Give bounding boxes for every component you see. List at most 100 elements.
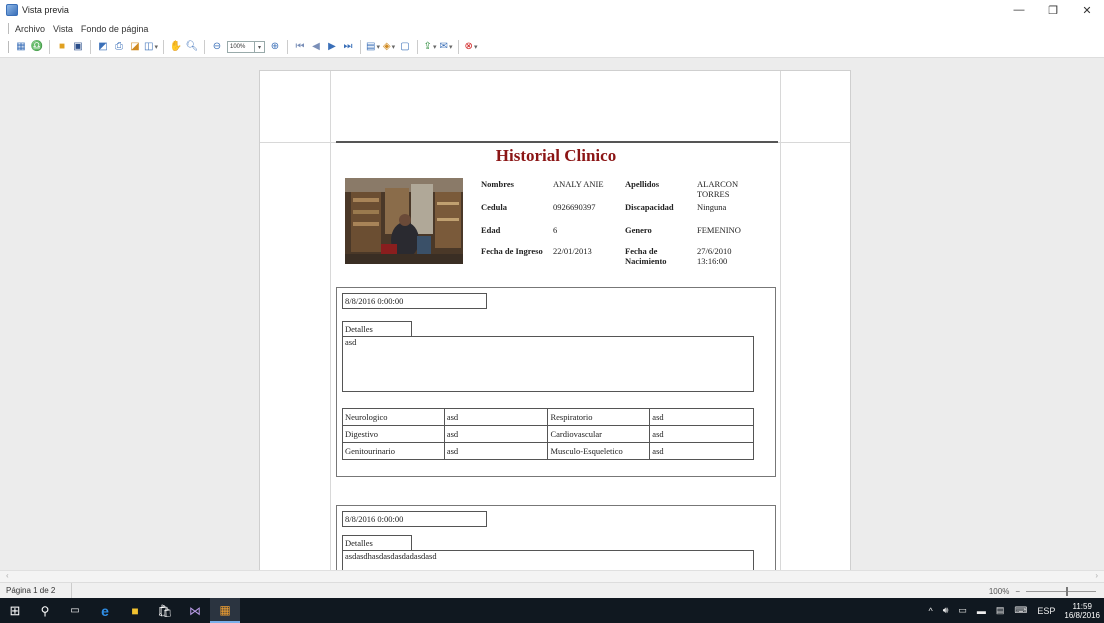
next-page-icon[interactable]: ▶ xyxy=(325,40,339,54)
table-row: Neurologico asd Respiratorio asd xyxy=(342,408,754,426)
window-controls: — ❐ ✕ xyxy=(1002,0,1104,20)
fecha-ingreso-value: 22/01/2013 xyxy=(553,246,592,256)
system-value: asd xyxy=(443,425,549,443)
fecha-nacimiento-value: 27/6/2010 13:16:00 xyxy=(697,246,732,266)
toolbar-separator xyxy=(360,40,361,54)
details-label: Detalles xyxy=(342,321,412,337)
toolbar-separator xyxy=(49,40,50,54)
toolbar-separator xyxy=(90,40,91,54)
genero-value: FEMENINO xyxy=(697,225,741,235)
magnifier-icon[interactable]: 🔍︎ xyxy=(185,40,199,54)
status-bar: Página 1 de 2 100% − xyxy=(0,582,1104,598)
network-icon[interactable]: ▭ xyxy=(958,605,967,616)
send-email-icon[interactable]: ✉ xyxy=(439,40,453,54)
system-name: Respiratorio xyxy=(547,408,651,426)
show-hidden-icons-icon[interactable]: ^ xyxy=(928,606,932,616)
maximize-button[interactable]: ❐ xyxy=(1036,0,1070,20)
systems-table: Neurologico asd Respiratorio asd Digesti… xyxy=(342,408,754,460)
apellidos-value: ALARCON TORRES xyxy=(697,179,739,199)
language-indicator[interactable]: ESP xyxy=(1037,606,1055,616)
page-indicator: Página 1 de 2 xyxy=(0,583,72,598)
multiple-pages-icon[interactable]: ▤ xyxy=(366,40,380,54)
start-icon[interactable]: ⊞ xyxy=(0,598,30,623)
patient-photo xyxy=(345,178,463,264)
menu-fondo-de-pagina[interactable]: Fondo de página xyxy=(81,24,149,34)
consultation-record: 8/8/2016 0:00:00 Detalles asd Neurologic… xyxy=(336,287,776,477)
edge-browser-icon[interactable]: e xyxy=(90,598,120,623)
toolbar-separator xyxy=(458,40,459,54)
minimize-button[interactable]: — xyxy=(1002,0,1036,20)
nombres-value: ANALY ANIE xyxy=(553,179,604,189)
hand-tool-icon[interactable]: ✋ xyxy=(169,40,183,54)
fecha-ingreso-label: Fecha de Ingreso xyxy=(481,246,543,256)
system-value: asd xyxy=(443,442,549,460)
scroll-left-icon[interactable]: ‹ xyxy=(6,571,9,580)
save-icon[interactable]: ▣ xyxy=(71,40,85,54)
print-icon[interactable]: ⎙ xyxy=(112,40,126,54)
header-rule xyxy=(336,141,778,143)
fecha-nacimiento-label: Fecha de Nacimiento xyxy=(625,246,667,266)
edad-label: Edad xyxy=(481,225,501,235)
zoom-level: 100% xyxy=(988,586,1010,596)
battery-icon[interactable]: ▬ xyxy=(977,606,986,616)
keyboard-icon[interactable]: ⌨ xyxy=(1014,605,1027,616)
report-app-icon[interactable]: ▦ xyxy=(210,598,240,623)
report-title: Historial Clinico xyxy=(495,146,617,165)
zoom-dropdown-icon[interactable]: ▾ xyxy=(255,41,265,53)
window-title: Vista previa xyxy=(22,5,69,15)
store-icon[interactable]: 🛍︎ xyxy=(150,598,180,623)
close-preview-icon[interactable]: ⊗ xyxy=(464,40,478,54)
volume-icon[interactable]: 🔊︎ xyxy=(943,605,949,616)
file-explorer-icon[interactable]: ■ xyxy=(120,598,150,623)
watermark-icon[interactable]: ▢ xyxy=(398,40,412,54)
system-name: Musculo-Esqueletico xyxy=(547,442,651,460)
zoom-slider[interactable] xyxy=(1026,586,1096,596)
clock[interactable]: 11:59 16/8/2016 xyxy=(1064,602,1100,620)
nombres-label: Nombres xyxy=(481,179,514,189)
toolbar-grip xyxy=(8,41,9,53)
find-icon[interactable]: ♎ xyxy=(30,40,44,54)
cedula-label: Cedula xyxy=(481,202,507,212)
notifications-icon[interactable]: ▤ xyxy=(996,605,1005,616)
page-color-icon[interactable]: ◈ xyxy=(382,40,396,54)
apellidos-label: Apellidos xyxy=(625,179,660,189)
scroll-right-icon[interactable]: › xyxy=(1095,571,1098,580)
toolbar-separator xyxy=(287,40,288,54)
close-button[interactable]: ✕ xyxy=(1070,0,1104,20)
system-name: Digestivo xyxy=(342,425,445,443)
clock-date: 16/8/2016 xyxy=(1064,610,1100,620)
system-name: Neurologico xyxy=(342,408,445,426)
genero-label: Genero xyxy=(625,225,652,235)
taskbar: ⊞ ⚲ ▭ e ■ 🛍︎ ⋈ ▦ ^ 🔊︎ ▭ ▬ ▤ ⌨ ESP 11:59 … xyxy=(0,598,1104,623)
zoom-input[interactable]: 100% xyxy=(227,41,255,53)
discapacidad-value: Ninguna xyxy=(697,202,727,212)
document-map-icon[interactable]: ▦ xyxy=(14,40,28,54)
zoom-out-icon[interactable]: ⊖ xyxy=(210,40,224,54)
zoom-control: 100% − xyxy=(989,583,1096,599)
page-setup-icon[interactable]: ◩ xyxy=(96,40,110,54)
zoom-in-icon[interactable]: ⊕ xyxy=(268,40,282,54)
last-page-icon[interactable]: ⏭ xyxy=(341,40,355,54)
details-text: asd xyxy=(342,336,754,392)
scale-icon[interactable]: ◫ xyxy=(144,40,158,54)
search-icon[interactable]: ⚲ xyxy=(30,598,60,623)
visual-studio-icon[interactable]: ⋈ xyxy=(180,598,210,623)
table-row: Genitourinario asd Musculo-Esqueletico a… xyxy=(342,442,754,460)
zoom-out-button[interactable]: − xyxy=(1015,587,1020,596)
consultation-record: 8/8/2016 0:00:00 Detalles asdasdhasdasda… xyxy=(336,505,776,570)
menu-vista[interactable]: Vista xyxy=(53,24,73,34)
details-label: Detalles xyxy=(342,535,412,551)
quick-print-icon[interactable]: ◪ xyxy=(128,40,142,54)
open-icon[interactable]: ■ xyxy=(55,40,69,54)
cedula-value: 0926690397 xyxy=(553,202,596,212)
horizontal-scrollbar[interactable]: ‹ › xyxy=(0,570,1104,582)
first-page-icon[interactable]: ⏮ xyxy=(293,40,307,54)
previous-page-icon[interactable]: ◀ xyxy=(309,40,323,54)
task-view-icon[interactable]: ▭ xyxy=(60,598,90,623)
report-page: Historial Clinico Nombres ANALY ANIE Ape… xyxy=(259,70,851,570)
toolbar-separator xyxy=(163,40,164,54)
preview-area[interactable]: Historial Clinico Nombres ANALY ANIE Ape… xyxy=(0,57,1104,570)
export-icon[interactable]: ⇪ xyxy=(423,40,437,54)
menu-archivo[interactable]: Archivo xyxy=(15,24,45,34)
system-tray: ^ 🔊︎ ▭ ▬ ▤ ⌨ ESP 11:59 16/8/2016 xyxy=(923,598,1104,623)
